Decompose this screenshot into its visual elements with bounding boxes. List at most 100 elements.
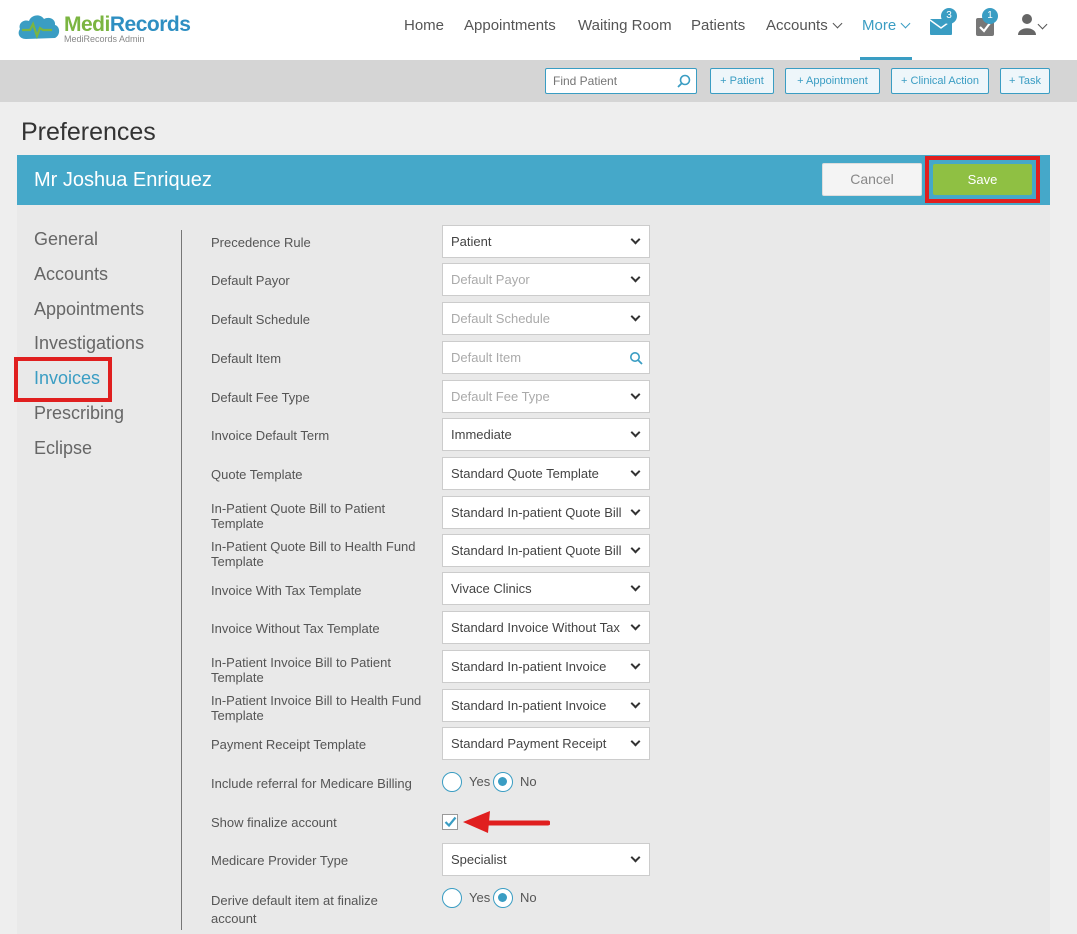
search-icon[interactable] (677, 74, 691, 88)
quick-action-bar: + Patient + Appointment + Clinical Actio… (0, 60, 1077, 102)
inpatient-quote-patient-value: Standard In-patient Quote Bill (451, 505, 622, 520)
nav-more[interactable]: More (862, 17, 911, 34)
sidebar-item-investigations[interactable]: Investigations (34, 333, 144, 354)
sidebar-item-general[interactable]: General (34, 229, 98, 250)
sidebar-item-accounts[interactable]: Accounts (34, 264, 108, 285)
invoice-without-tax-select[interactable]: Standard Invoice Without Tax (442, 611, 650, 644)
add-clinical-action-button[interactable]: + Clinical Action (891, 68, 989, 94)
chevron-down-icon (630, 698, 641, 709)
include-referral-no-label: No (520, 774, 537, 789)
brand-name-part1: Medi (64, 13, 110, 36)
show-finalize-checkbox[interactable] (442, 814, 458, 830)
precedence-rule-label: Precedence Rule (211, 235, 311, 250)
invoice-with-tax-select[interactable]: Vivace Clinics (442, 572, 650, 605)
cancel-button[interactable]: Cancel (822, 163, 922, 196)
derive-default-item-yes-label: Yes (469, 890, 491, 905)
inpatient-invoice-fund-value: Standard In-patient Invoice (451, 698, 607, 713)
inpatient-invoice-patient-select[interactable]: Standard In-patient Invoice (442, 650, 650, 683)
quote-template-select[interactable]: Standard Quote Template (442, 457, 650, 490)
inpatient-invoice-fund-select[interactable]: Standard In-patient Invoice (442, 689, 650, 722)
cloud-logo-icon (18, 15, 60, 40)
chevron-down-icon (630, 581, 641, 592)
default-schedule-label: Default Schedule (211, 312, 311, 327)
inpatient-quote-fund-label: In-Patient Quote Bill to Health Fund Tem… (211, 539, 416, 569)
default-payor-label: Default Payor (211, 273, 290, 288)
invoice-default-term-label: Invoice Default Term (211, 428, 330, 443)
nav-appointments[interactable]: Appointments (464, 17, 556, 34)
chevron-down-icon (630, 543, 641, 554)
inpatient-invoice-fund-label: In-Patient Invoice Bill to Health Fund T… (211, 693, 422, 723)
invoice-without-tax-label: Invoice Without Tax Template (211, 621, 380, 636)
default-payor-select[interactable]: Default Payor (442, 263, 650, 296)
brand-subtitle: MediRecords Admin (64, 34, 145, 44)
tasks-count-badge: 1 (982, 8, 998, 24)
medicare-provider-type-select[interactable]: Specialist (442, 843, 650, 876)
inpatient-invoice-patient-label: In-Patient Invoice Bill to Patient Templ… (211, 655, 391, 685)
derive-default-item-no-radio[interactable] (493, 888, 513, 908)
inpatient-quote-fund-value: Standard In-patient Quote Bill (451, 543, 622, 558)
search-icon[interactable] (629, 351, 643, 365)
page-title: Preferences (21, 118, 156, 146)
top-navbar: MediRecords MediRecords Admin Home Appoi… (0, 0, 1077, 60)
nav-waiting-room[interactable]: Waiting Room (578, 17, 672, 34)
derive-default-item-yes-radio[interactable] (442, 888, 462, 908)
payment-receipt-value: Standard Payment Receipt (451, 736, 607, 751)
inpatient-quote-patient-select[interactable]: Standard In-patient Quote Bill (442, 496, 650, 529)
default-schedule-placeholder: Default Schedule (451, 311, 551, 326)
add-patient-button[interactable]: + Patient (710, 68, 774, 94)
default-item-label: Default Item (211, 351, 282, 366)
chevron-down-icon (630, 505, 641, 516)
show-finalize-label: Show finalize account (211, 815, 337, 830)
sidebar-item-appointments[interactable]: Appointments (34, 299, 144, 320)
save-highlight-box: Save (925, 156, 1040, 203)
inpatient-quote-fund-select[interactable]: Standard In-patient Quote Bill (442, 534, 650, 567)
invoice-default-term-select[interactable]: Immediate (442, 418, 650, 451)
medicare-provider-type-label: Medicare Provider Type (211, 853, 349, 868)
chevron-down-icon (630, 620, 641, 631)
medirecords-logo[interactable]: MediRecords MediRecords Admin (16, 9, 191, 49)
include-referral-no-radio[interactable] (493, 772, 513, 792)
sidebar-item-eclipse[interactable]: Eclipse (34, 438, 92, 459)
patient-header-bar: Mr Joshua Enriquez Cancel Save (17, 155, 1050, 205)
nav-home[interactable]: Home (404, 17, 444, 34)
precedence-rule-select[interactable]: Patient (442, 225, 650, 258)
messages-button[interactable]: 3 (929, 8, 959, 39)
derive-default-item-radio-group: Yes No (442, 888, 562, 910)
chevron-down-icon (900, 18, 911, 29)
add-task-button[interactable]: + Task (1000, 68, 1050, 94)
sidebar-divider (181, 230, 182, 930)
user-avatar-icon (1018, 14, 1036, 35)
preferences-content: General Accounts Appointments Investigat… (14, 205, 1050, 934)
include-referral-label: Include referral for Medicare Billing (211, 776, 412, 791)
brand-name-part2: Records (109, 13, 191, 36)
quote-template-value: Standard Quote Template (451, 466, 599, 481)
payment-receipt-select[interactable]: Standard Payment Receipt (442, 727, 650, 760)
chevron-down-icon (630, 852, 641, 863)
red-arrow-annotation (463, 811, 550, 833)
nav-accounts[interactable]: Accounts (766, 17, 843, 34)
invoice-with-tax-value: Vivace Clinics (451, 581, 532, 596)
default-schedule-select[interactable]: Default Schedule (442, 302, 650, 335)
user-menu-button[interactable] (1017, 13, 1053, 39)
include-referral-yes-radio[interactable] (442, 772, 462, 792)
derive-default-item-no-label: No (520, 890, 537, 905)
invoice-default-term-value: Immediate (451, 427, 512, 442)
find-patient-input[interactable] (546, 69, 671, 93)
chevron-down-icon (630, 427, 641, 438)
save-button[interactable]: Save (933, 164, 1032, 195)
default-item-search[interactable]: Default Item (442, 341, 650, 374)
chevron-down-icon (630, 659, 641, 670)
payment-receipt-label: Payment Receipt Template (211, 737, 367, 752)
medicare-provider-type-value: Specialist (451, 852, 507, 867)
add-appointment-button[interactable]: + Appointment (785, 68, 880, 94)
chevron-down-icon (630, 272, 641, 283)
default-fee-type-select[interactable]: Default Fee Type (442, 380, 650, 413)
nav-patients[interactable]: Patients (691, 17, 745, 34)
chevron-down-icon (630, 466, 641, 477)
sidebar-item-prescribing[interactable]: Prescribing (34, 403, 124, 424)
chevron-down-icon (630, 234, 641, 245)
quote-template-label: Quote Template (211, 467, 303, 482)
include-referral-radio-group: Yes No (442, 772, 562, 794)
tasks-button[interactable]: 1 (974, 8, 1004, 39)
chevron-down-icon (630, 736, 641, 747)
